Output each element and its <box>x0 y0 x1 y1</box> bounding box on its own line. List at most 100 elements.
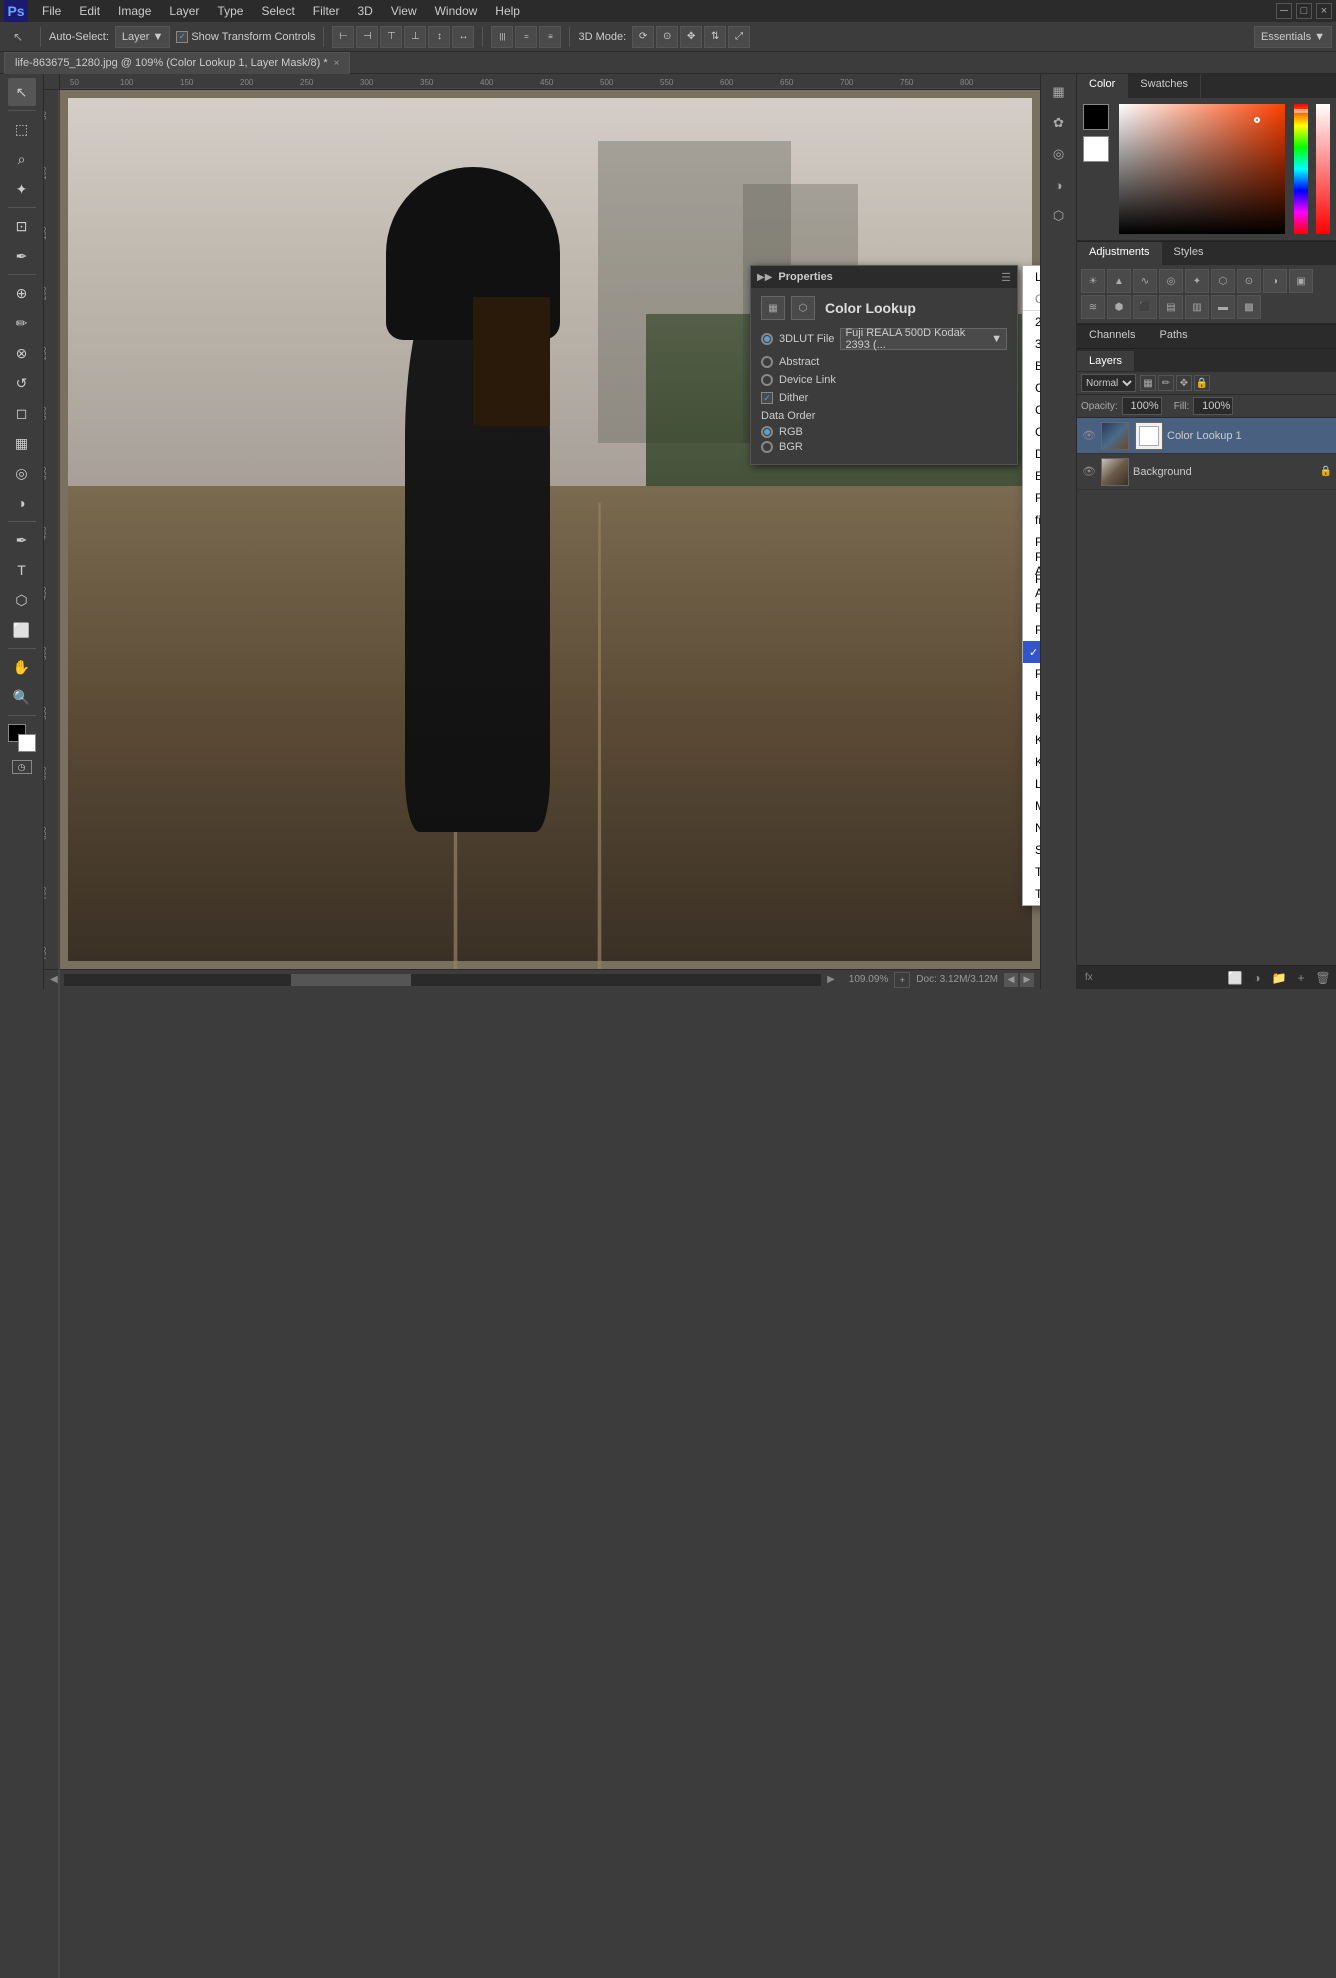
new-layer-btn[interactable]: + <box>1292 969 1310 987</box>
dropdown-item-0[interactable]: 2Strip.look <box>1023 311 1040 333</box>
3d-scale-btn[interactable]: ⤢ <box>728 26 750 48</box>
align-center-btn[interactable]: ⊣ <box>356 26 378 48</box>
adj-invert[interactable]: ⬛ <box>1133 295 1157 319</box>
wand-tool[interactable]: ✦ <box>8 175 36 203</box>
new-group-btn[interactable]: 📁 <box>1270 969 1288 987</box>
move-tool-btn[interactable]: ↖ <box>4 25 32 49</box>
menu-file[interactable]: File <box>34 2 69 20</box>
menu-view[interactable]: View <box>383 2 425 20</box>
shape-tool[interactable]: ⬜ <box>8 616 36 644</box>
dist-btn-3[interactable]: ≡ <box>539 26 561 48</box>
dropdown-item-16[interactable]: FuturisticBleak.3DL <box>1023 663 1040 685</box>
adj-selective-color[interactable]: ▩ <box>1237 295 1261 319</box>
adj-levels[interactable]: ▲ <box>1107 269 1131 293</box>
window-minimize[interactable]: ─ <box>1276 3 1292 19</box>
window-close[interactable]: × <box>1316 3 1332 19</box>
layer-fx-label[interactable]: fx <box>1081 970 1097 985</box>
adj-bw[interactable]: ◑ <box>1263 269 1287 293</box>
add-mask-btn[interactable]: ⬜ <box>1226 969 1244 987</box>
bgr-radio[interactable] <box>761 441 773 453</box>
dropdown-item-14[interactable]: Fuji F125 Kodak 2395 (by Adobe).cube <box>1023 619 1040 641</box>
lock-pixels-btn[interactable]: ✏ <box>1158 375 1174 391</box>
dropdown-item-18[interactable]: Kodak 5205 Fuji 3510 (by Adobe).cube <box>1023 707 1040 729</box>
gradient-tool[interactable]: ▦ <box>8 429 36 457</box>
3d-roll-btn[interactable]: ⊙ <box>656 26 678 48</box>
dropdown-item-24[interactable]: Soft_Warming.look <box>1023 839 1040 861</box>
show-transform-check[interactable]: ✓ Show Transform Controls <box>176 31 315 43</box>
dropdown-item-3[interactable]: Candlelight.CUBE <box>1023 377 1040 399</box>
eyedropper-tool[interactable]: ✒ <box>8 242 36 270</box>
channels-tab[interactable]: Channels <box>1077 325 1147 348</box>
dropdown-item-15-selected[interactable]: ✓ Fuji REALA 500D Kodak 2393 (by Adobe).… <box>1023 641 1040 663</box>
dropdown-item-23[interactable]: NightFromDay.CUBE <box>1023 817 1040 839</box>
tab-close-btn[interactable]: × <box>334 58 340 69</box>
zoom-in-btn[interactable]: + <box>894 972 910 988</box>
white-spectrum[interactable] <box>1316 104 1330 234</box>
eraser-tool[interactable]: ◻ <box>8 399 36 427</box>
bg-color-square[interactable] <box>1083 136 1109 162</box>
quick-mask-btn[interactable]: ◷ <box>12 760 32 774</box>
dropdown-item-13[interactable]: Fuji F125 Kodak 2393 (by Adobe).cube <box>1023 597 1040 619</box>
layer-item-background[interactable]: 👁 Background 🔒 <box>1077 454 1336 490</box>
menu-type[interactable]: Type <box>209 2 251 20</box>
3d-rotate-btn[interactable]: ⟳ <box>632 26 654 48</box>
layer-bg-visibility-icon[interactable]: 👁 <box>1081 464 1097 480</box>
menu-help[interactable]: Help <box>487 2 528 20</box>
menu-select[interactable]: Select <box>253 2 302 20</box>
path-tool[interactable]: ⬡ <box>8 586 36 614</box>
move-tool[interactable]: ↖ <box>8 78 36 106</box>
dropdown-item-7[interactable]: EdgyAmber.3DL <box>1023 465 1040 487</box>
hue-spectrum[interactable] <box>1294 104 1308 234</box>
auto-select-dropdown[interactable]: Layer ▼ <box>115 26 170 48</box>
layer-item-color-lookup[interactable]: 👁 Color Lookup 1 <box>1077 418 1336 454</box>
dist-btn-2[interactable]: = <box>515 26 537 48</box>
3d-pan-btn[interactable]: ✥ <box>680 26 702 48</box>
layers-tab-active[interactable]: Layers <box>1077 351 1134 371</box>
adj-brightness[interactable]: ☀ <box>1081 269 1105 293</box>
dropdown-item-6[interactable]: DropBlues.3DL <box>1023 443 1040 465</box>
paths-tab[interactable]: Paths <box>1147 325 1199 348</box>
color-tab[interactable]: Color <box>1077 74 1128 98</box>
blend-mode-select[interactable]: Normal <box>1081 374 1136 392</box>
mini-icon-4[interactable]: ◑ <box>1045 171 1073 199</box>
align-bottom-btn[interactable]: ↔ <box>452 26 474 48</box>
dropdown-item-22[interactable]: Moonlight.3DL <box>1023 795 1040 817</box>
nav-next-btn[interactable]: ▶ <box>1020 973 1034 987</box>
adj-posterize[interactable]: ▤ <box>1159 295 1183 319</box>
dropdown-item-2[interactable]: Bleach Bypass.look <box>1023 355 1040 377</box>
new-adj-layer-btn[interactable]: ◑ <box>1248 969 1266 987</box>
fill-input[interactable] <box>1193 397 1233 415</box>
menu-image[interactable]: Image <box>110 2 159 20</box>
dropdown-item-21[interactable]: LateSunset.3DL <box>1023 773 1040 795</box>
dropdown-item-8[interactable]: FallColors.look <box>1023 487 1040 509</box>
adj-exposure[interactable]: ◎ <box>1159 269 1183 293</box>
device-link-radio[interactable] <box>761 374 773 386</box>
dropdown-load-lut[interactable]: Load 3D LUT... <box>1023 266 1040 288</box>
adj-threshold[interactable]: ▥ <box>1185 295 1209 319</box>
menu-filter[interactable]: Filter <box>305 2 348 20</box>
adj-curves[interactable]: ∿ <box>1133 269 1157 293</box>
pen-tool[interactable]: ✒ <box>8 526 36 554</box>
3d-slide-btn[interactable]: ⇅ <box>704 26 726 48</box>
zoom-tool[interactable]: 🔍 <box>8 683 36 711</box>
dropdown-item-9[interactable]: filmstock_50.3dl <box>1023 509 1040 531</box>
spot-heal-tool[interactable]: ⊕ <box>8 279 36 307</box>
adj-hsl[interactable]: ⬡ <box>1211 269 1235 293</box>
dropdown-item-25[interactable]: TealOrangePlusContrast.3DL <box>1023 861 1040 883</box>
dropdown-item-4[interactable]: Crisp_Warm.look <box>1023 399 1040 421</box>
dist-btn-1[interactable]: ||| <box>491 26 513 48</box>
window-maximize[interactable]: □ <box>1296 3 1312 19</box>
mini-icon-1[interactable]: ▦ <box>1045 78 1073 106</box>
history-tool[interactable]: ↺ <box>8 369 36 397</box>
adj-colorbalance[interactable]: ⊙ <box>1237 269 1261 293</box>
align-left-btn[interactable]: ⊢ <box>332 26 354 48</box>
align-top-btn[interactable]: ⊥ <box>404 26 426 48</box>
3dlut-dropdown[interactable]: Fuji REALA 500D Kodak 2393 (... ▼ <box>840 328 1007 350</box>
adj-vibrance[interactable]: ✦ <box>1185 269 1209 293</box>
mini-icon-2[interactable]: ✿ <box>1045 109 1073 137</box>
menu-edit[interactable]: Edit <box>71 2 108 20</box>
layer-visibility-icon[interactable]: 👁 <box>1081 428 1097 444</box>
3dlut-radio[interactable] <box>761 333 773 345</box>
styles-tab[interactable]: Styles <box>1162 242 1216 265</box>
clone-tool[interactable]: ⊗ <box>8 339 36 367</box>
